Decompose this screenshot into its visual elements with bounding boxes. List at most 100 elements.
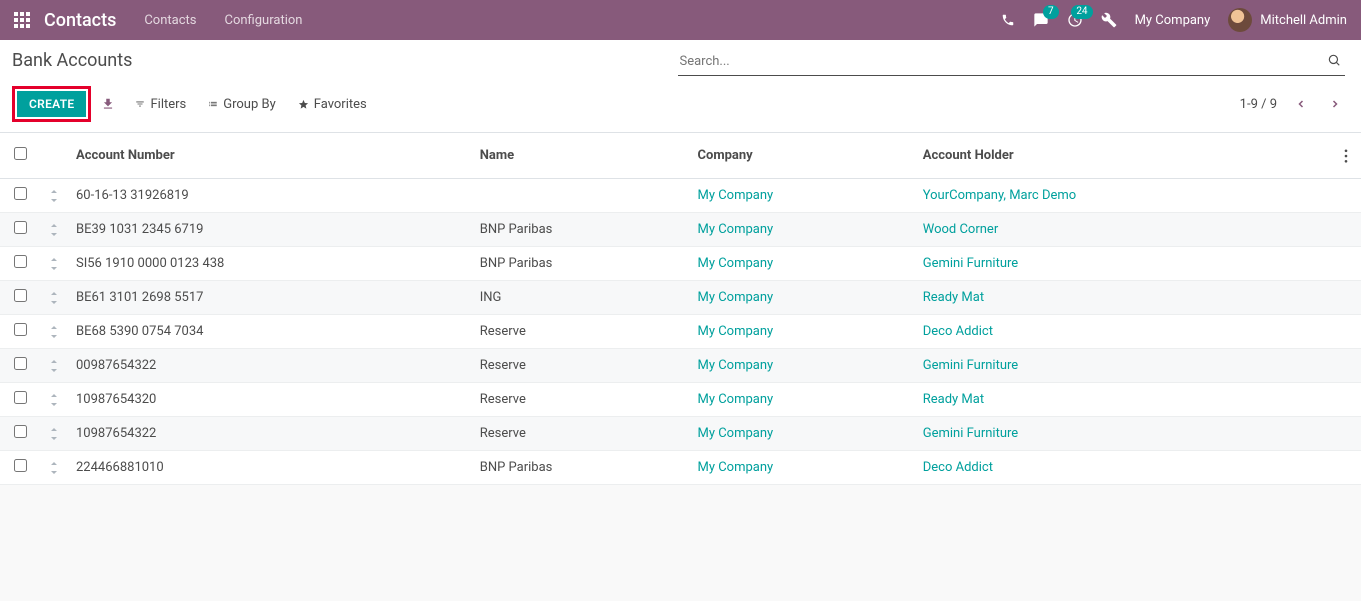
bank-accounts-table: Account Number Name Company Account Hold… xyxy=(0,133,1361,485)
table-row[interactable]: 00987654322ReserveMy CompanyGemini Furni… xyxy=(0,349,1361,383)
table-row[interactable]: BE39 1031 2345 6719BNP ParibasMy Company… xyxy=(0,213,1361,247)
row-checkbox[interactable] xyxy=(14,391,27,404)
nav-links: Contacts Configuration xyxy=(144,13,302,28)
cell-account-number: BE39 1031 2345 6719 xyxy=(68,213,472,247)
search-icon[interactable] xyxy=(1327,52,1341,67)
drag-handle-icon[interactable] xyxy=(40,349,68,383)
groupby-button[interactable]: Group By xyxy=(208,97,276,112)
row-checkbox[interactable] xyxy=(14,357,27,370)
cell-holder[interactable]: Gemini Furniture xyxy=(915,247,1331,281)
cell-holder[interactable]: Ready Mat xyxy=(915,281,1331,315)
col-account-number[interactable]: Account Number xyxy=(68,133,472,179)
drag-handle-icon[interactable] xyxy=(40,417,68,451)
table-row[interactable]: 10987654320ReserveMy CompanyReady Mat xyxy=(0,383,1361,417)
cell-name: Reserve xyxy=(472,315,690,349)
create-highlight: CREATE xyxy=(12,86,91,122)
table-row[interactable]: BE68 5390 0754 7034ReserveMy CompanyDeco… xyxy=(0,315,1361,349)
app-brand[interactable]: Contacts xyxy=(44,10,116,31)
apps-icon[interactable] xyxy=(14,12,30,28)
row-checkbox[interactable] xyxy=(14,289,27,302)
user-name: Mitchell Admin xyxy=(1260,13,1347,28)
pager-text[interactable]: 1-9 / 9 xyxy=(1240,97,1277,112)
cell-company[interactable]: My Company xyxy=(690,451,915,485)
control-panel: Bank Accounts CREATE Filters Group By xyxy=(0,40,1361,133)
cell-account-number: 10987654320 xyxy=(68,383,472,417)
cell-name: Reserve xyxy=(472,417,690,451)
user-menu[interactable]: Mitchell Admin xyxy=(1228,8,1347,32)
col-account-holder[interactable]: Account Holder xyxy=(915,133,1331,179)
topbar: Contacts Contacts Configuration 7 24 My … xyxy=(0,0,1361,40)
avatar xyxy=(1228,8,1252,32)
star-icon xyxy=(298,99,309,110)
cell-company[interactable]: My Company xyxy=(690,179,915,213)
activity-icon[interactable]: 24 xyxy=(1067,12,1083,28)
cell-name: BNP Paribas xyxy=(472,451,690,485)
cell-account-number: 224466881010 xyxy=(68,451,472,485)
cell-holder[interactable]: Gemini Furniture xyxy=(915,417,1331,451)
cell-holder[interactable]: Deco Addict xyxy=(915,451,1331,485)
drag-handle-icon[interactable] xyxy=(40,179,68,213)
cell-account-number: SI56 1910 0000 0123 438 xyxy=(68,247,472,281)
favorites-button[interactable]: Favorites xyxy=(298,97,367,112)
cell-company[interactable]: My Company xyxy=(690,349,915,383)
create-button[interactable]: CREATE xyxy=(17,91,86,117)
table-row[interactable]: 10987654322ReserveMy CompanyGemini Furni… xyxy=(0,417,1361,451)
filters-button[interactable]: Filters xyxy=(135,97,186,112)
cell-holder[interactable]: Deco Addict xyxy=(915,315,1331,349)
columns-menu-icon[interactable] xyxy=(1331,133,1361,179)
cell-holder[interactable]: Wood Corner xyxy=(915,213,1331,247)
drag-handle-icon[interactable] xyxy=(40,247,68,281)
drag-handle-icon[interactable] xyxy=(40,281,68,315)
download-icon[interactable] xyxy=(101,97,115,112)
cell-company[interactable]: My Company xyxy=(690,281,915,315)
cell-holder[interactable]: Ready Mat xyxy=(915,383,1331,417)
row-checkbox[interactable] xyxy=(14,221,27,234)
cell-company[interactable]: My Company xyxy=(690,315,915,349)
row-checkbox[interactable] xyxy=(14,323,27,336)
funnel-icon xyxy=(135,99,145,109)
nav-contacts[interactable]: Contacts xyxy=(144,13,196,28)
page-title: Bank Accounts xyxy=(10,50,678,71)
next-page[interactable] xyxy=(1325,93,1345,116)
cell-account-number: 60-16-13 31926819 xyxy=(68,179,472,213)
drag-handle-icon[interactable] xyxy=(40,383,68,417)
cell-account-number: 00987654322 xyxy=(68,349,472,383)
table-row[interactable]: SI56 1910 0000 0123 438BNP ParibasMy Com… xyxy=(0,247,1361,281)
cell-name: BNP Paribas xyxy=(472,213,690,247)
row-checkbox[interactable] xyxy=(14,459,27,472)
col-company[interactable]: Company xyxy=(690,133,915,179)
chat-badge: 7 xyxy=(1043,5,1059,19)
row-checkbox[interactable] xyxy=(14,255,27,268)
tools-icon[interactable] xyxy=(1101,12,1117,28)
table-row[interactable]: 60-16-13 31926819 My CompanyYourCompany, … xyxy=(0,179,1361,213)
nav-configuration[interactable]: Configuration xyxy=(225,13,303,28)
select-all-checkbox[interactable] xyxy=(14,147,27,160)
cell-name: Reserve xyxy=(472,383,690,417)
cell-name xyxy=(472,179,690,213)
cell-account-number: 10987654322 xyxy=(68,417,472,451)
table-row[interactable]: BE61 3101 2698 5517INGMy CompanyReady Ma… xyxy=(0,281,1361,315)
cell-name: ING xyxy=(472,281,690,315)
col-name[interactable]: Name xyxy=(472,133,690,179)
chat-icon[interactable]: 7 xyxy=(1033,12,1049,28)
cell-company[interactable]: My Company xyxy=(690,383,915,417)
row-checkbox[interactable] xyxy=(14,425,27,438)
cell-company[interactable]: My Company xyxy=(690,417,915,451)
prev-page[interactable] xyxy=(1291,93,1311,116)
cell-holder[interactable]: Gemini Furniture xyxy=(915,349,1331,383)
drag-handle-icon[interactable] xyxy=(40,315,68,349)
drag-handle-icon[interactable] xyxy=(40,451,68,485)
table-row[interactable]: 224466881010BNP ParibasMy CompanyDeco Ad… xyxy=(0,451,1361,485)
row-checkbox[interactable] xyxy=(14,187,27,200)
cell-account-number: BE61 3101 2698 5517 xyxy=(68,281,472,315)
activity-badge: 24 xyxy=(1071,5,1092,19)
search-input[interactable] xyxy=(678,50,1346,76)
phone-icon[interactable] xyxy=(1001,13,1015,28)
cell-account-number: BE68 5390 0754 7034 xyxy=(68,315,472,349)
cell-company[interactable]: My Company xyxy=(690,247,915,281)
drag-handle-icon[interactable] xyxy=(40,213,68,247)
company-name[interactable]: My Company xyxy=(1135,13,1211,28)
cell-company[interactable]: My Company xyxy=(690,213,915,247)
cell-holder[interactable]: YourCompany, Marc Demo xyxy=(915,179,1331,213)
cell-name: Reserve xyxy=(472,349,690,383)
